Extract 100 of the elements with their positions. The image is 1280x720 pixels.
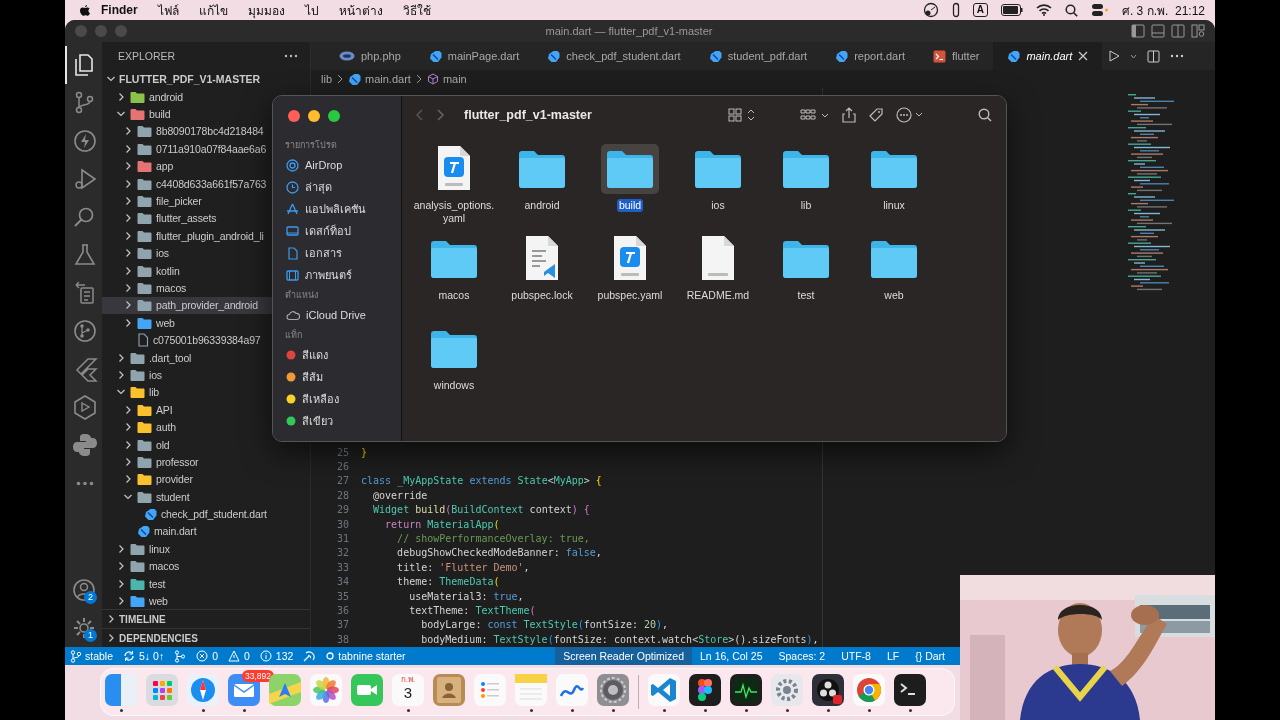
sidebar-item[interactable]: สีเขียว [283,410,393,432]
sidebar-item[interactable]: iCloud Drive [283,304,393,326]
editor-tab[interactable]: mainPage.dart [414,42,534,70]
status-item[interactable]: LF [878,647,908,665]
input-source-indicator[interactable]: A [972,3,988,17]
sidebar-item[interactable]: สีเหลือง [283,388,393,410]
tree-item[interactable]: lib [102,383,272,402]
tree-item[interactable]: macos [102,557,272,575]
file-item[interactable]: macos [410,230,498,320]
file-item[interactable]: android [498,140,586,230]
file-item[interactable]: windows [410,320,498,410]
file-item[interactable]: linux [850,140,938,230]
menu-item[interactable]: หน้าต่าง [328,0,393,20]
figma-icon[interactable] [689,674,721,706]
browser-icon[interactable] [853,674,885,706]
close-button[interactable] [288,110,300,122]
finder-app-icon[interactable] [105,674,137,706]
problems-status[interactable]: 132 [254,650,299,662]
menu-item[interactable]: ไป [294,0,329,20]
tree-item[interactable]: web [102,314,272,332]
sidebar-item[interactable]: เอกสาร [283,242,393,264]
recorder-icon[interactable] [812,674,844,706]
menu-item[interactable]: ไฟล์ [147,0,189,20]
code-editor-icon[interactable] [648,674,680,706]
file-item[interactable]: pubspec.lock [498,230,586,320]
photos-icon[interactable] [310,674,342,706]
tree-item[interactable]: check_pdf_student.dart [102,505,272,523]
tree-item[interactable]: kotlin [102,261,272,280]
tree-item[interactable]: linux [102,540,272,558]
status-item[interactable]: {} Dart [907,647,953,665]
contacts-icon[interactable] [433,674,465,706]
tree-item[interactable]: 0711a910a07f84aae6a6 [102,140,272,158]
tree-item[interactable]: main.dart [102,522,272,541]
sidebar-item[interactable]: ภาพยนตร์ [283,264,393,286]
tree-item[interactable]: professor [102,453,272,471]
sidebar-item[interactable]: สีแดง [283,344,393,366]
tree-item[interactable]: API [102,401,272,419]
breadcrumb-item[interactable]: main.dart [348,72,411,86]
gear-icon[interactable] [771,674,803,706]
problems-status[interactable]: 0 [223,650,255,662]
status-item[interactable]: Ln 16, Col 25 [692,647,771,665]
breadcrumb-item[interactable]: lib [321,73,332,85]
menu-item[interactable]: แก้ไข [188,0,238,20]
minimize-button[interactable] [308,110,320,122]
activity-monitor-icon[interactable] [730,674,762,706]
status-item[interactable]: Spaces: 2 [770,647,834,665]
tree-item[interactable]: auth [102,418,272,436]
file-item[interactable]: test [762,230,850,320]
tree-item[interactable]: flutter_plugin_android_li [102,227,272,245]
workspace-header[interactable]: FLUTTER_PDF_V1-MASTER [102,70,310,88]
sidebar-item[interactable]: AirDrop [283,154,393,176]
tree-item[interactable]: build [102,105,272,123]
tree-item[interactable]: .dart_tool [102,348,272,367]
tree-item[interactable]: student [102,488,272,506]
section-header[interactable]: TIMELINE [102,609,310,628]
terminal-icon[interactable] [894,674,926,706]
editor-tab[interactable]: flutter [918,42,994,70]
tree-item[interactable]: old [102,435,272,454]
tree-item[interactable]: c075001b96339384a97 [102,331,272,349]
tree-item[interactable]: file_picker [102,192,272,210]
status-item[interactable]: UTF-8 [833,647,879,665]
editor-tab[interactable]: php.php [325,42,415,70]
sidebar-item[interactable]: ล่าสุด [283,176,393,198]
sidebar-item[interactable]: เดสก์ท็อป [283,220,393,242]
launchpad-icon[interactable] [146,674,178,706]
file-item[interactable]: pubspec.yaml [586,230,674,320]
file-item[interactable]: analysis_options.yaml [410,140,498,230]
freeform-icon[interactable] [556,674,588,706]
settings-icon[interactable] [597,674,629,706]
tree-item[interactable]: c4408d633a661f57a763 [102,174,272,193]
tree-item[interactable]: test [102,574,272,593]
editor-tab[interactable]: student_pdf.dart [694,42,822,70]
menu-item[interactable]: มุมมอง [237,0,295,20]
editor-tab[interactable]: main.dart [993,42,1103,70]
tree-item[interactable]: ios [102,244,272,262]
breadcrumb-item[interactable]: main [426,73,467,85]
sync-status[interactable]: 5↓ 0↑ [118,650,170,662]
tree-item[interactable]: app [102,157,272,175]
compass-icon[interactable] [187,674,219,706]
tree-item[interactable]: macos [102,279,272,297]
app-menu[interactable]: Finder [91,3,148,17]
tree-item[interactable]: ios [102,366,272,384]
file-item[interactable]: lib [762,140,850,230]
sidebar-item[interactable]: แอปพลิเคชัน [283,198,393,220]
video-camera-icon[interactable] [351,674,383,706]
tree-item[interactable]: web [102,592,272,609]
editor-tab[interactable]: check_pdf_student.dart [533,42,695,70]
sidebar-item[interactable]: สีส้ม [283,366,393,388]
zoom-button[interactable] [328,110,340,122]
status-item[interactable]: Screen Reader Optimized [555,647,693,665]
file-item[interactable]: build [586,140,674,230]
tree-item[interactable]: provider [102,470,272,488]
file-item[interactable]: ios [674,140,762,230]
tree-item[interactable]: 8b8090178bc4d218484 [102,122,272,141]
map-icon[interactable] [269,674,301,706]
tree-item[interactable]: android [102,88,272,106]
reminders-icon[interactable] [474,674,506,706]
file-item[interactable]: README.md [674,230,762,320]
tabnine-status[interactable]: tabnine starter [321,650,411,662]
editor-tab[interactable]: report.dart [821,42,919,70]
